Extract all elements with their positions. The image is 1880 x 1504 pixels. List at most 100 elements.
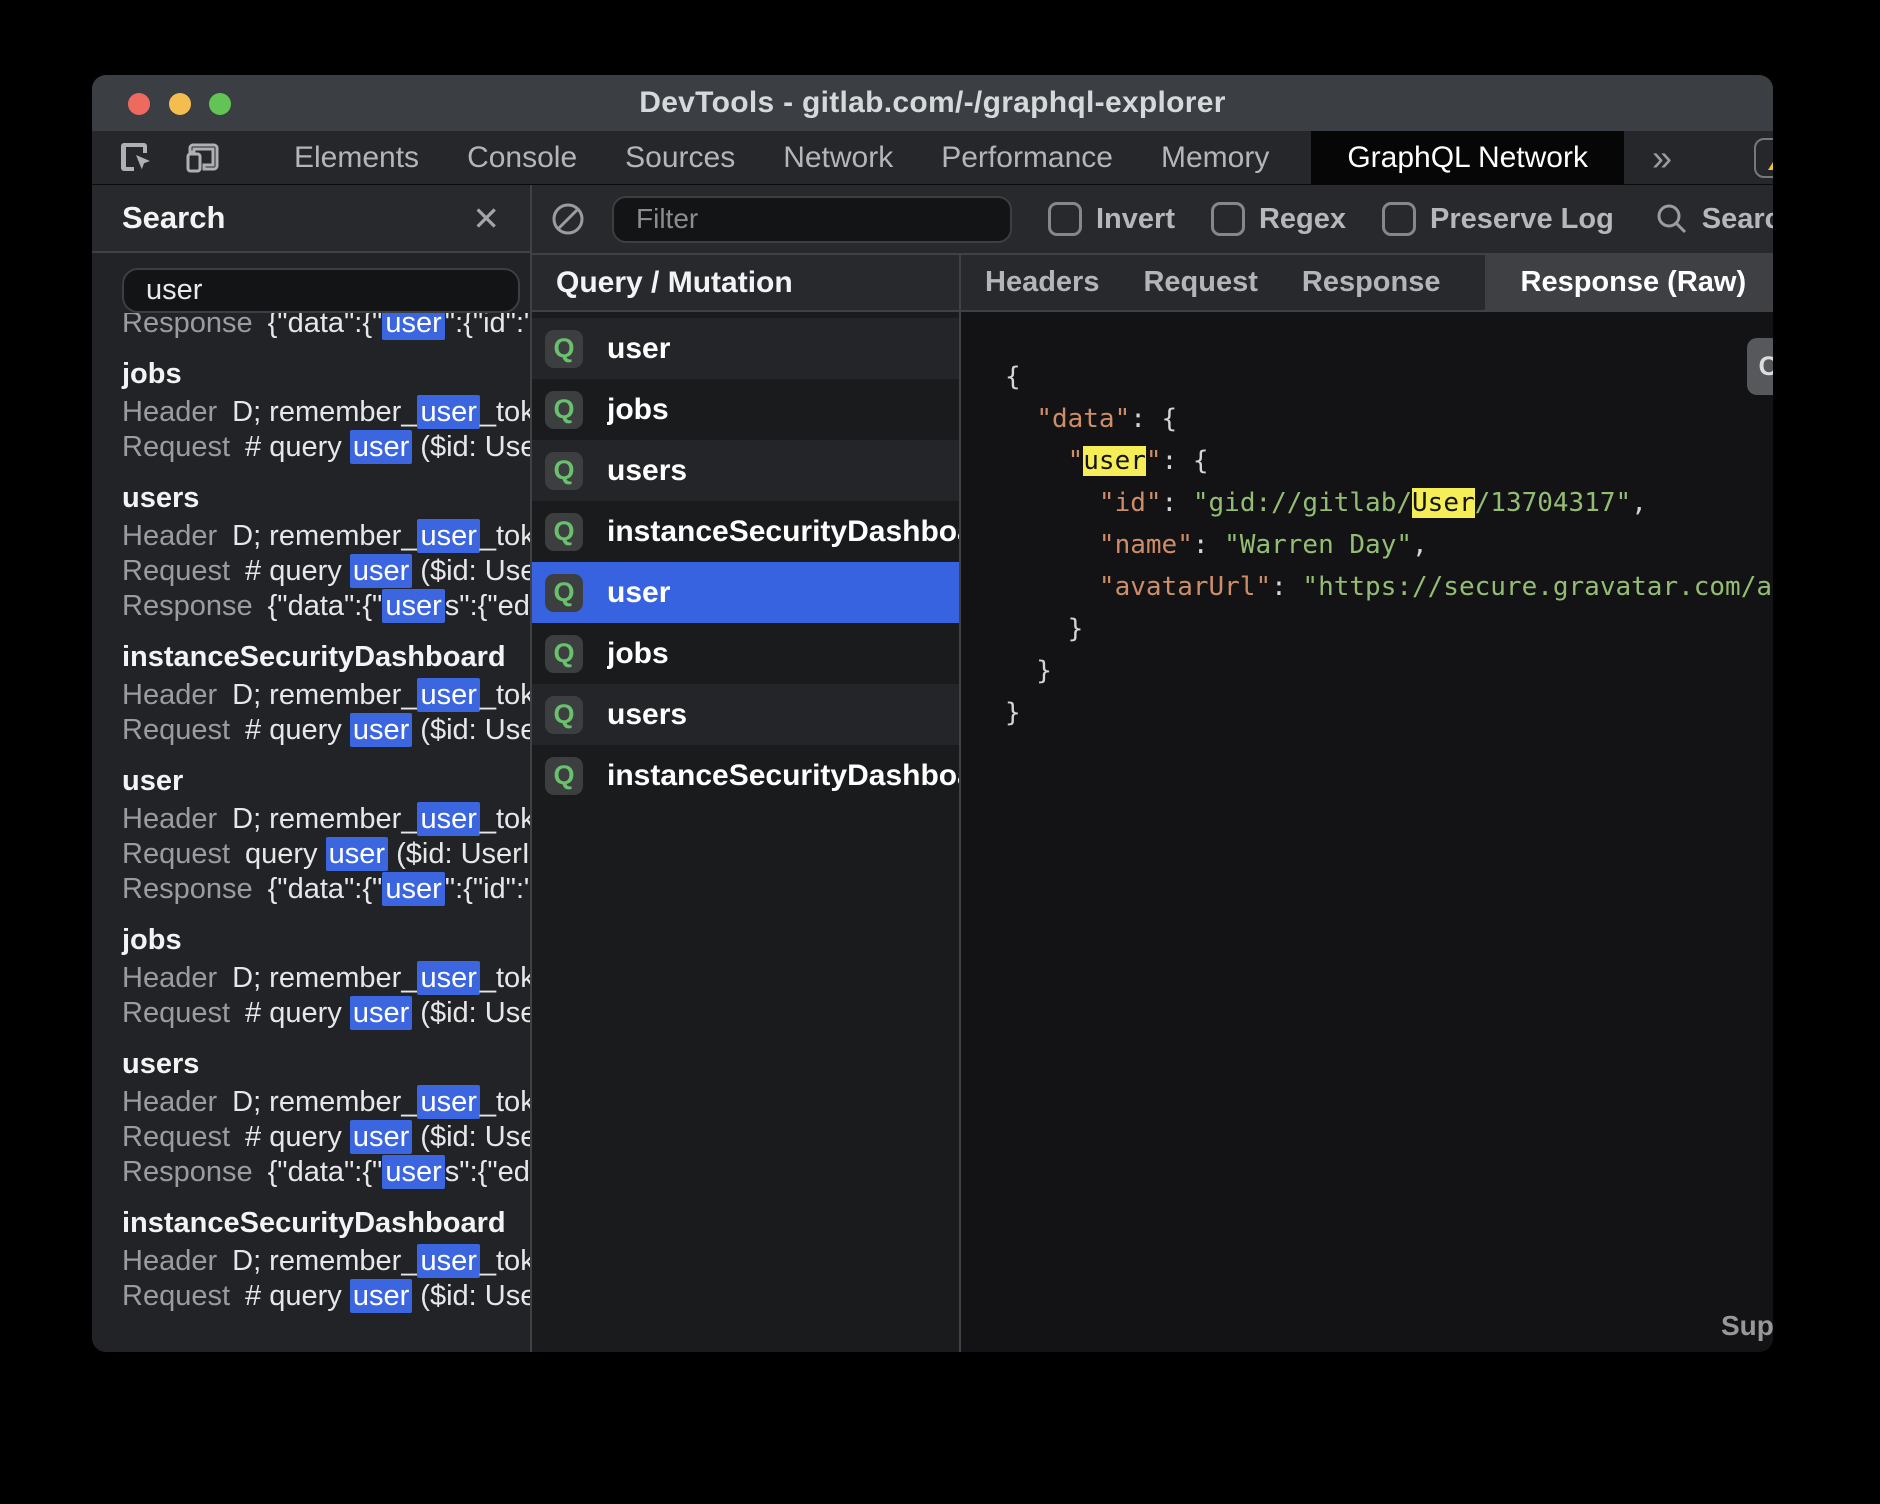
result-row-label: Response [122, 313, 253, 339]
copy-button[interactable]: Copy [1747, 338, 1773, 395]
query-list-item[interactable]: QinstanceSecurityDashboard [532, 745, 959, 806]
query-item-label: user [607, 576, 670, 610]
result-row-label: Request [122, 1121, 230, 1153]
search-result-row[interactable]: Request# query user ($id: UserI [122, 554, 530, 589]
search-match-highlight: user [382, 1155, 444, 1189]
search-result-row[interactable]: Response{"data":{"users":{"edges [122, 589, 530, 624]
search-result-row[interactable]: Response{"data":{"users":{"edges [122, 1155, 530, 1190]
query-type-icon: Q [545, 757, 583, 795]
preserve-log-checkbox[interactable] [1382, 202, 1416, 236]
filter-input[interactable] [612, 196, 1012, 243]
tab-console[interactable]: Console [467, 141, 577, 175]
tab-headers[interactable]: Headers [985, 255, 1099, 311]
regex-checkbox[interactable] [1211, 202, 1245, 236]
warnings-badge[interactable]: 9 [1754, 138, 1773, 178]
search-match-highlight: user [382, 872, 444, 906]
result-row-text: {"data":{"user":{"id":"gid [268, 872, 530, 906]
search-toggle-label[interactable]: Search [1702, 203, 1773, 236]
query-item-label: instanceSecurityDashboard [607, 515, 959, 549]
search-result-row[interactable]: HeaderD; remember_user_token=e [122, 678, 530, 713]
result-row-label: Response [122, 1156, 253, 1188]
search-match-highlight: user [417, 802, 479, 836]
search-result-row[interactable]: HeaderD; remember_user_token=e [122, 1244, 530, 1279]
search-panel-body: Response{"data":{"user":{"id":"gijobsHea… [92, 253, 530, 1352]
search-result-row[interactable]: Request# query user ($id: UserI [122, 1279, 530, 1314]
search-close-icon[interactable]: ✕ [472, 202, 500, 235]
search-result-row[interactable]: HeaderD; remember_user_token=e [122, 961, 530, 996]
result-row-text: D; remember_user_token=e [232, 961, 530, 995]
search-match-highlight: user [417, 961, 479, 995]
tab-response[interactable]: Response [1302, 255, 1441, 311]
inspect-element-icon[interactable] [118, 139, 156, 177]
search-result-group: jobsHeaderD; remember_user_token=eReques… [122, 353, 530, 465]
search-result-row[interactable]: HeaderD; remember_user_token=e [122, 519, 530, 554]
query-list-item[interactable]: Quser [532, 318, 959, 379]
result-row-label: Header [122, 396, 217, 428]
result-row-text: D; remember_user_token=e [232, 802, 530, 836]
devtools-main: Search ✕ Response{"data":{"user":{"id":"… [92, 185, 1773, 1352]
traffic-light-close-icon[interactable] [128, 93, 150, 115]
tab-graphql-network[interactable]: GraphQL Network [1311, 131, 1624, 185]
tab-elements[interactable]: Elements [294, 141, 419, 175]
json-line: "avatarUrl": "https://secure.gravatar.co… [1005, 566, 1773, 608]
device-toolbar-icon[interactable] [182, 139, 222, 177]
tab-performance[interactable]: Performance [941, 141, 1113, 175]
tab-network[interactable]: Network [783, 141, 893, 175]
search-result-row[interactable]: HeaderD; remember_user_token=e [122, 802, 530, 837]
panels: Query / Mutation QuserQjobsQusersQinstan… [532, 255, 1773, 1352]
query-item-label: users [607, 698, 687, 732]
traffic-light-zoom-icon[interactable] [209, 93, 231, 115]
search-result-row[interactable]: Response{"data":{"user":{"id":"gid [122, 872, 530, 907]
result-row-text: D; remember_user_token=e [232, 1085, 530, 1119]
invert-checkbox[interactable] [1048, 202, 1082, 236]
search-result-row[interactable]: Requestquery user ($id: UserI [122, 837, 530, 872]
tab-memory[interactable]: Memory [1161, 141, 1269, 175]
json-line: "id": "gid://gitlab/User/13704317", [1005, 482, 1773, 524]
search-result-row[interactable]: Request# query user ($id: UserI [122, 996, 530, 1031]
search-match-highlight: user [350, 1120, 412, 1154]
json-match-highlight: User [1412, 488, 1475, 518]
query-list-item-selected[interactable]: Quser [532, 562, 959, 623]
search-match-highlight: user [350, 430, 412, 464]
search-result-group: userHeaderD; remember_user_token=eReques… [122, 760, 530, 907]
tab-sources[interactable]: Sources [625, 141, 735, 175]
invert-label: Invert [1096, 203, 1175, 236]
query-type-icon: Q [545, 452, 583, 490]
support-link[interactable]: Support [1721, 1310, 1773, 1342]
result-row-text: # query user ($id: UserI [245, 1120, 530, 1154]
query-list-item[interactable]: Qjobs [532, 623, 959, 684]
response-panel: Headers Request Response Response (Raw) … [961, 255, 1773, 1352]
search-match-highlight: user [382, 313, 444, 340]
result-row-label: Request [122, 555, 230, 587]
query-item-label: jobs [607, 393, 669, 427]
search-result-row[interactable]: Header D; remember_user_token=e [122, 1085, 530, 1120]
search-panel-title: Search [122, 200, 225, 236]
result-row-text: # query user ($id: UserI [245, 996, 530, 1030]
query-list-item[interactable]: Qusers [532, 440, 959, 501]
tab-response-raw[interactable]: Response (Raw) [1485, 255, 1774, 311]
result-row-text: D; remember_user_token=e [232, 519, 530, 553]
result-row-text: D; remember_user_token=e [232, 395, 530, 429]
tab-request[interactable]: Request [1143, 255, 1257, 311]
search-match-highlight: user [350, 996, 412, 1030]
search-result-group: usersHeaderD; remember_user_token=eReque… [122, 477, 530, 624]
json-content: { "data": { "user": { "id": "gid://gitla… [961, 312, 1773, 734]
result-row-label: Header [122, 1086, 217, 1118]
query-list-item[interactable]: Qjobs [532, 379, 959, 440]
search-result-row[interactable]: Request # query user ($id: UserI [122, 1120, 530, 1155]
search-input[interactable] [122, 268, 520, 313]
search-result-row[interactable]: Response{"data":{"user":{"id":"gi [122, 313, 530, 341]
query-list-item[interactable]: Qusers [532, 684, 959, 745]
query-list-item[interactable]: QinstanceSecurityDashboard [532, 501, 959, 562]
more-tabs-icon[interactable]: » [1652, 137, 1672, 179]
search-result-row[interactable]: Header D; remember_user_token=e [122, 395, 530, 430]
search-icon[interactable] [1654, 201, 1690, 237]
query-type-icon: Q [545, 391, 583, 429]
search-result-row[interactable]: Request# query user ($id: UserI [122, 713, 530, 748]
regex-label: Regex [1259, 203, 1346, 236]
search-result-row[interactable]: Request# query user ($id: UserI [122, 430, 530, 465]
clear-icon[interactable] [550, 201, 586, 237]
traffic-light-minimize-icon[interactable] [169, 93, 191, 115]
query-type-icon: Q [545, 513, 583, 551]
json-line: { [1005, 356, 1773, 398]
